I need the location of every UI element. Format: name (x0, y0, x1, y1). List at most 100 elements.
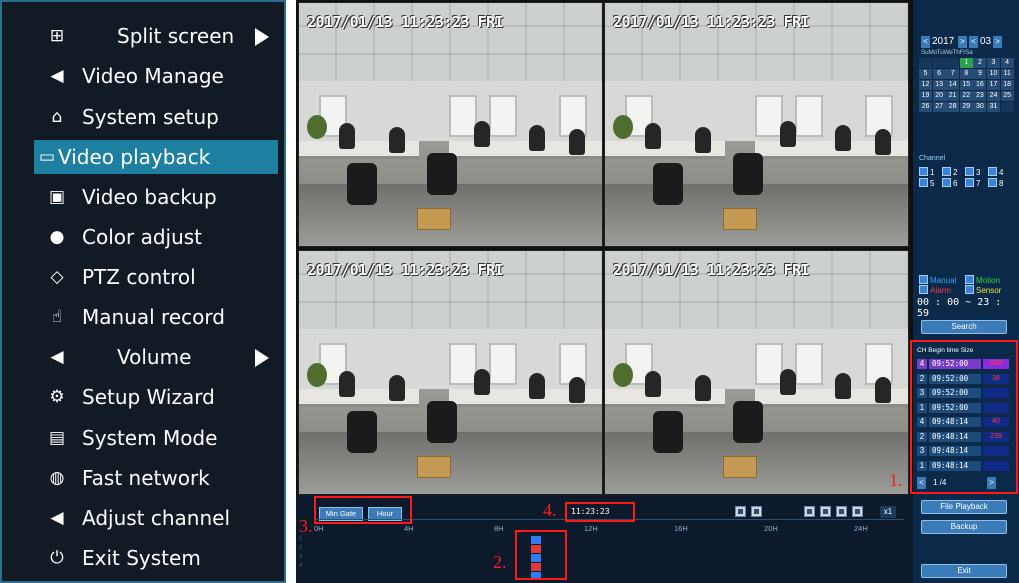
plant (613, 115, 633, 139)
search-time-range[interactable]: 00 : 00 ~ 23 : 59 (917, 297, 1019, 319)
menu-item-split-screen[interactable]: ⊞ Split screen (22, 19, 277, 53)
calendar-day[interactable]: 16 (973, 80, 987, 90)
calendar-day[interactable]: 28 (946, 102, 960, 112)
annotation-box-results (910, 340, 1018, 494)
person (339, 123, 355, 149)
prev-year-button[interactable]: < (921, 36, 930, 48)
video-grid: 2017/01/13 11:23:23 FRI 2017/01/13 11:23:… (296, 0, 913, 495)
next-month-button[interactable]: > (993, 36, 1002, 48)
calendar-day[interactable]: 26 (919, 102, 932, 112)
calendar-day[interactable]: 14 (946, 80, 960, 90)
calendar-day[interactable]: 12 (919, 80, 932, 90)
menu-item-volume[interactable]: ◀ Volume (22, 340, 277, 374)
cardboard-box (417, 208, 451, 230)
channel-checkbox-8[interactable]: 8 (988, 178, 1003, 188)
menu-item-color-adjust[interactable]: ● Color adjust (22, 220, 277, 254)
record-type-sensor-checkbox[interactable]: Sensor (965, 285, 1001, 295)
calendar-day[interactable]: 30 (973, 102, 987, 112)
step-forward-icon[interactable] (751, 506, 762, 517)
exit-button[interactable]: Exit (921, 564, 1007, 578)
menu-item-video-backup[interactable]: ▣ Video backup (22, 180, 277, 214)
channel-checkbox-5[interactable]: 5 (919, 178, 934, 188)
calendar-day[interactable]: 2 (973, 58, 987, 68)
calendar-day[interactable]: 8 (959, 69, 973, 79)
calendar-week-row: 5 6 7 8 9 10 11 (919, 69, 1015, 80)
calendar-day[interactable]: 25 (1000, 91, 1014, 101)
window (449, 95, 477, 137)
camera-feed-2[interactable]: 2017/01/13 11:23:23 FRI (604, 2, 909, 247)
menu-item-exit-system[interactable]: ⏻ Exit System (22, 541, 277, 575)
backup-button[interactable]: Backup (921, 520, 1007, 534)
menu-item-manual-record[interactable]: ☝ Manual record (22, 300, 277, 334)
camera-feed-3[interactable]: 2017/01/13 11:23:23 FRI (298, 250, 603, 495)
menu-item-video-playback[interactable]: ▭ Video playback (34, 140, 278, 174)
calendar-day[interactable]: 13 (932, 80, 946, 90)
window (755, 95, 783, 137)
play-icon[interactable] (836, 506, 847, 517)
calendar-week-row: 19 20 21 22 23 24 25 (919, 91, 1015, 102)
rewind-icon[interactable] (804, 506, 815, 517)
person (645, 371, 661, 397)
ptz-diamond-icon: ◇ (50, 267, 64, 287)
calendar-day[interactable]: 22 (959, 91, 973, 101)
calendar-day[interactable]: 4 (1000, 58, 1014, 68)
camera-feed-4[interactable]: 2017/01/13 11:23:23 FRI (604, 250, 909, 495)
calendar-day[interactable]: 17 (987, 80, 1000, 90)
calendar-day[interactable]: 23 (973, 91, 987, 101)
calendar-day[interactable]: 27 (932, 102, 946, 112)
calendar-day[interactable]: 3 (987, 58, 1000, 68)
fast-forward-icon[interactable] (852, 506, 863, 517)
prev-month-button[interactable]: < (969, 36, 978, 48)
record-type-manual-checkbox[interactable]: Manual (919, 275, 956, 285)
calendar-weekdays: SuMoTuWeThFrSa (921, 49, 973, 56)
channel-checkbox-3[interactable]: 3 (965, 167, 980, 177)
menu-item-adjust-channel[interactable]: ◀ Adjust channel (22, 501, 277, 535)
calendar-day[interactable]: 5 (919, 69, 932, 79)
menu-item-video-manage[interactable]: ◀ Video Manage (22, 59, 277, 93)
menu-item-system-mode[interactable]: ▤ System Mode (22, 421, 277, 455)
chair (733, 153, 763, 195)
window (755, 343, 783, 385)
person (339, 371, 355, 397)
playback-speed[interactable]: x1 (880, 506, 896, 518)
channel-checkbox-4[interactable]: 4 (988, 167, 1003, 177)
menu-item-label: System setup (82, 105, 219, 129)
channel-checkbox-6[interactable]: 6 (942, 178, 957, 188)
person (529, 373, 545, 399)
window (795, 95, 823, 137)
search-button[interactable]: Search (921, 320, 1007, 334)
menu-item-setup-wizard[interactable]: ⚙ Setup Wizard (22, 380, 277, 414)
channel-checkbox-2[interactable]: 2 (942, 167, 957, 177)
menu-item-system-setup[interactable]: ⌂ System setup (22, 100, 277, 134)
calendar-day[interactable]: 9 (973, 69, 987, 79)
calendar-day[interactable]: 1 (959, 58, 973, 68)
calendar-day[interactable]: 18 (1000, 80, 1014, 90)
cardboard-box (417, 456, 451, 478)
record-type-alarm-checkbox[interactable]: Alarm (919, 285, 951, 295)
menu-item-label: System Mode (82, 426, 218, 450)
calendar-day[interactable]: 29 (959, 102, 973, 112)
pause-icon[interactable] (820, 506, 831, 517)
calendar-day[interactable]: 6 (932, 69, 946, 79)
file-playback-button[interactable]: File Playback (921, 500, 1007, 514)
camera-feed-1[interactable]: 2017/01/13 11:23:23 FRI (298, 2, 603, 247)
calendar-day[interactable]: 10 (987, 69, 1000, 79)
calendar-day[interactable]: 15 (959, 80, 973, 90)
person (875, 377, 891, 403)
calendar-day[interactable]: 19 (919, 91, 932, 101)
channel-checkbox-7[interactable]: 7 (965, 178, 980, 188)
next-year-button[interactable]: > (958, 36, 967, 48)
calendar-day[interactable]: 21 (946, 91, 960, 101)
menu-item-ptz-control[interactable]: ◇ PTZ control (22, 260, 277, 294)
calendar-week-row: 12 13 14 15 16 17 18 (919, 80, 1015, 91)
record-type-motion-checkbox[interactable]: Motion (965, 275, 1000, 285)
step-back-icon[interactable] (735, 506, 746, 517)
menu-item-fast-network[interactable]: ◍ Fast network (22, 461, 277, 495)
calendar-day[interactable]: 20 (932, 91, 946, 101)
calendar-day[interactable]: 24 (987, 91, 1000, 101)
timeline-tick-label: 20H (764, 524, 778, 533)
calendar-day[interactable]: 11 (1000, 69, 1014, 79)
calendar-day[interactable]: 7 (946, 69, 960, 79)
channel-checkbox-1[interactable]: 1 (919, 167, 934, 177)
calendar-day[interactable]: 31 (987, 102, 1000, 112)
